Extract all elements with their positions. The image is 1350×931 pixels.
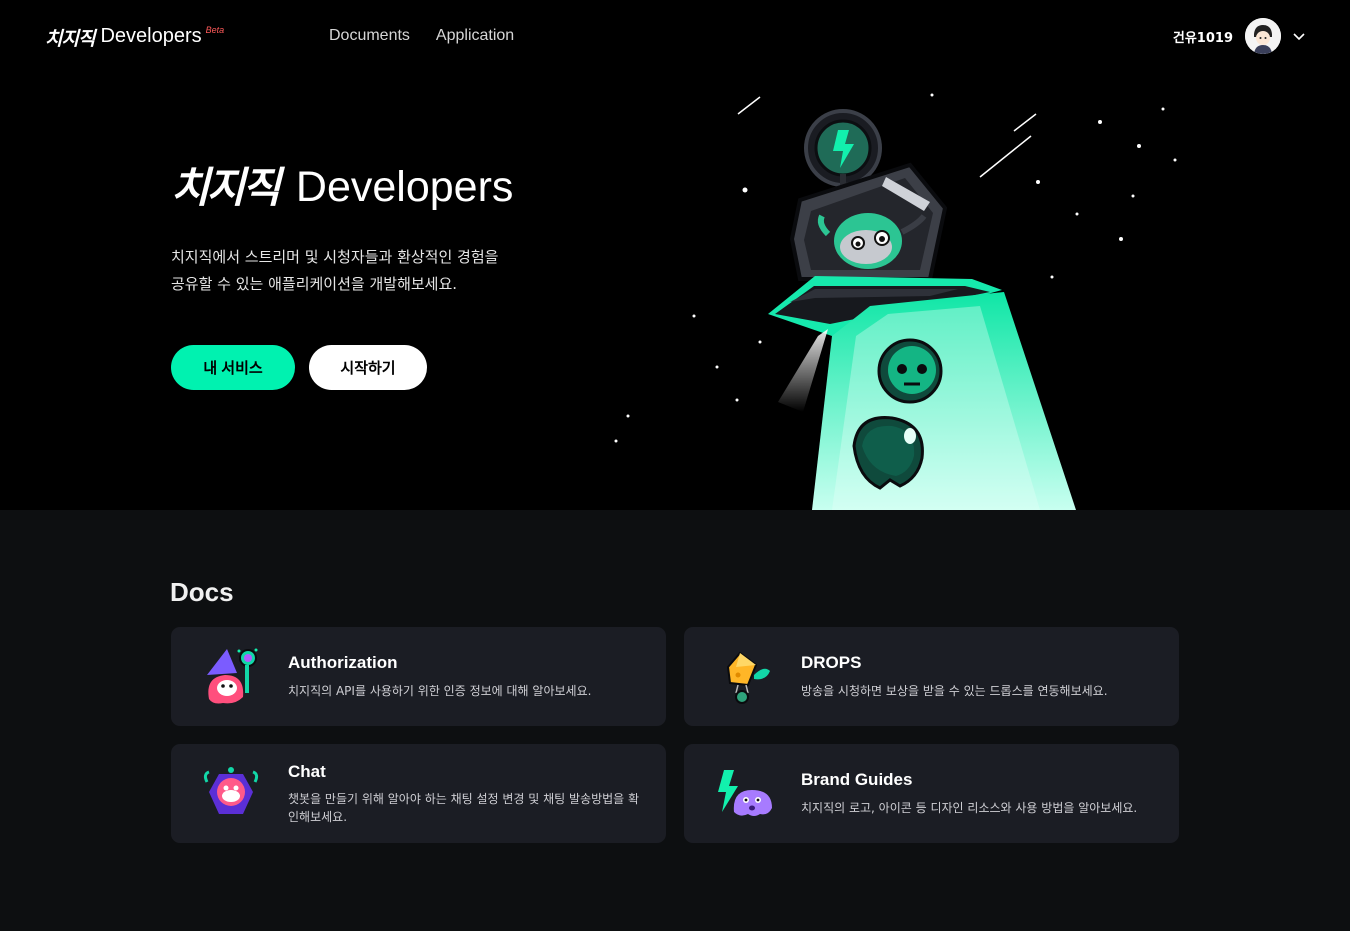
main-nav: Documents Application — [329, 27, 514, 45]
hero-description-line-1: 치지직에서 스트리머 및 시청자들과 환상적인 경험을 — [171, 248, 499, 266]
hero-description-line-2: 공유할 수 있는 애플리케이션을 개발해보세요. — [171, 275, 458, 293]
doc-card-authorization[interactable]: Authorization 치지직의 API를 사용하기 위한 인증 정보에 대… — [171, 627, 666, 726]
avatar[interactable] — [1245, 18, 1281, 54]
wizard-mascot-icon — [207, 648, 258, 704]
hero-section: 치지직 Developers 치지직에서 스트리머 및 시청자들과 환상적인 경… — [0, 74, 1350, 510]
nav-application[interactable]: Application — [436, 27, 514, 45]
brand-name: Developers — [100, 25, 202, 47]
hero-description: 치지직에서 스트리머 및 시청자들과 환상적인 경험을 공유할 수 있는 애플리… — [171, 244, 591, 298]
doc-card-chat[interactable]: Chat 챗봇을 만들기 위해 알아야 하는 채팅 설정 변경 및 채팅 발송방… — [171, 744, 666, 843]
brand-mascot-icon — [718, 770, 772, 816]
hero-chzzk-logo: 치지직 — [171, 163, 281, 212]
doc-card-title: DROPS — [801, 653, 862, 672]
ufo-illustration — [614, 93, 1177, 510]
docs-heading: Docs — [170, 577, 234, 607]
chat-mascot-icon — [203, 767, 259, 814]
doc-card-description: 치지직의 로고, 아이콘 등 디자인 리소스와 사용 방법을 알아보세요. — [801, 801, 1138, 815]
doc-card-description: 치지직의 API를 사용하기 위한 인증 정보에 대해 알아보세요. — [288, 684, 592, 698]
hero-heading: Developers — [295, 163, 514, 211]
docs-section: Docs Authorization 치지직의 API를 사용하기 위한 인증 … — [0, 510, 1350, 931]
nav-documents[interactable]: Documents — [329, 27, 410, 45]
page: 치지직 Developers Beta Documents Applicatio… — [0, 0, 1350, 931]
doc-card-title: Authorization — [288, 653, 398, 672]
cheese-mascot-icon — [726, 651, 770, 704]
brand-logo-link[interactable]: 치지직 Developers Beta — [45, 24, 224, 51]
chzzk-logo: 치지직 — [45, 28, 95, 50]
username: 건유1019 — [1172, 30, 1233, 46]
my-service-button[interactable]: 내 서비스 — [171, 345, 295, 390]
user-menu[interactable]: 건유1019 — [1173, 18, 1306, 54]
hero-title: 치지직 Developers — [171, 166, 513, 209]
doc-card-title: Brand Guides — [801, 770, 913, 789]
beta-badge: Beta — [205, 25, 225, 35]
shooting-stars — [737, 96, 1037, 178]
top-navbar: 치지직 Developers Beta Documents Applicatio… — [0, 0, 1350, 74]
get-started-button[interactable]: 시작하기 — [309, 345, 427, 390]
chevron-down-icon[interactable] — [1292, 29, 1306, 43]
doc-card-description: 챗봇을 만들기 위해 알아야 하는 채팅 설정 변경 및 채팅 발송방법을 확인… — [288, 792, 640, 824]
doc-card-drops[interactable]: DROPS 방송을 시청하면 보상을 받을 수 있는 드롭스를 연동해보세요. — [684, 627, 1179, 726]
doc-card-description: 방송을 시청하면 보상을 받을 수 있는 드롭스를 연동해보세요. — [801, 684, 1108, 698]
avatar-image-icon — [1245, 18, 1281, 54]
doc-card-title: Chat — [288, 762, 326, 781]
doc-card-brand-guides[interactable]: Brand Guides 치지직의 로고, 아이콘 등 디자인 리소스와 사용 … — [684, 744, 1179, 843]
